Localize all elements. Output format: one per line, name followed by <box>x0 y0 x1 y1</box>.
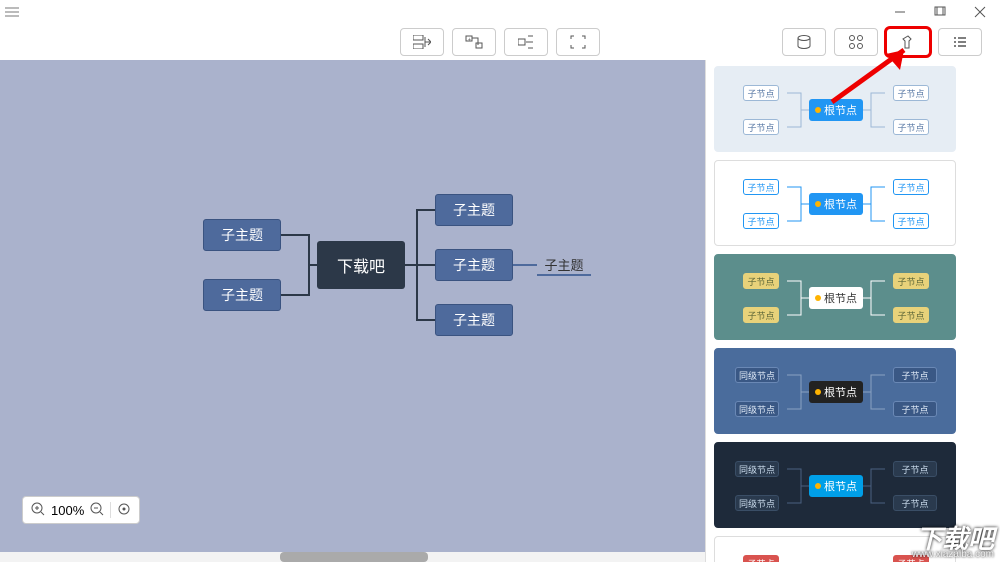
theme-root: 根节点 <box>809 381 863 403</box>
toolbar: + <box>0 24 1000 60</box>
child-node[interactable]: 子主题 <box>203 279 281 311</box>
theme-leaf: 子节点 <box>893 401 937 417</box>
mindmap-canvas[interactable]: 下载吧 子主题 子主题 子主题 子主题 子主题 子主题 100% <box>0 60 705 562</box>
theme-root: 根节点 <box>809 193 863 215</box>
theme-thumbnail[interactable]: 根节点子节点子节点子节点子节点 <box>714 254 956 340</box>
svg-text:+: + <box>468 37 471 43</box>
divider <box>110 502 111 518</box>
theme-thumbnail[interactable]: 根节点子节点子节点子节点子节点 <box>714 66 956 152</box>
titlebar <box>0 0 1000 24</box>
root-node[interactable]: 下载吧 <box>317 241 405 289</box>
theme-leaf: 同级节点 <box>735 367 779 383</box>
theme-leaf: 子节点 <box>743 179 779 195</box>
focus-button[interactable] <box>556 28 600 56</box>
theme-leaf: 子节点 <box>893 307 929 323</box>
close-button[interactable] <box>960 0 1000 24</box>
theme-leaf: 同级节点 <box>735 495 779 511</box>
child-node[interactable]: 子主题 <box>435 304 513 336</box>
theme-leaf: 子节点 <box>893 85 929 101</box>
toolbar-center: + <box>400 28 600 56</box>
theme-leaf: 子节点 <box>743 119 779 135</box>
node-label: 子主题 <box>453 310 495 330</box>
zoom-out-icon[interactable] <box>90 502 104 519</box>
locate-icon[interactable] <box>117 502 131 519</box>
theme-leaf: 子节点 <box>743 85 779 101</box>
layout-button[interactable] <box>504 28 548 56</box>
canvas-hscroll[interactable] <box>0 552 705 562</box>
grandchild-node[interactable]: 子主题 <box>537 254 591 276</box>
zoom-in-icon[interactable] <box>31 502 45 519</box>
theme-leaf: 同级节点 <box>735 401 779 417</box>
theme-leaf: 子节点 <box>743 307 779 323</box>
theme-leaf: 子节点 <box>893 495 937 511</box>
theme-leaf: 子节点 <box>893 461 937 477</box>
hscroll-thumb[interactable] <box>280 552 428 562</box>
toolbar-right <box>782 28 982 56</box>
theme-leaf: 子节点 <box>743 273 779 289</box>
window-controls <box>880 0 1000 24</box>
theme-leaf: 子节点 <box>893 179 929 195</box>
theme-leaf: 子节点 <box>893 119 929 135</box>
child-node[interactable]: 子主题 <box>203 219 281 251</box>
node-label: 子主题 <box>544 255 583 274</box>
theme-thumbnail[interactable]: 根节点子节点子节点子节点子节点 <box>714 160 956 246</box>
theme-thumbnail[interactable]: 根节点同级节点同级节点子节点子节点 <box>714 442 956 528</box>
theme-button[interactable] <box>886 28 930 56</box>
theme-leaf: 子节点 <box>743 213 779 229</box>
theme-root: 根节点 <box>809 287 863 309</box>
theme-panel[interactable]: 根节点子节点子节点子节点子节点 根节点子节点子节点子节点子节点 根节点子节点子节… <box>705 60 985 562</box>
node-label: 子主题 <box>221 285 263 305</box>
theme-leaf: 子节点 <box>893 367 937 383</box>
outline-button[interactable] <box>938 28 982 56</box>
node-label: 下载吧 <box>337 253 385 277</box>
theme-leaf: 子节点 <box>893 555 929 562</box>
child-node[interactable]: 子主题 <box>435 194 513 226</box>
insert-child-button[interactable]: + <box>452 28 496 56</box>
storage-button[interactable] <box>782 28 826 56</box>
node-label: 子主题 <box>453 255 495 275</box>
node-label: 子主题 <box>453 200 495 220</box>
child-node[interactable]: 子主题 <box>435 249 513 281</box>
theme-thumbnail[interactable]: 根节点同级节点同级节点子节点子节点 <box>714 348 956 434</box>
theme-leaf: 子节点 <box>893 213 929 229</box>
node-label: 子主题 <box>221 225 263 245</box>
minimize-button[interactable] <box>880 0 920 24</box>
theme-thumbnail[interactable]: 根节点子节点子节点子节点子节点 <box>714 536 956 562</box>
theme-leaf: 子节点 <box>893 273 929 289</box>
zoom-level: 100% <box>51 503 84 518</box>
theme-leaf: 同级节点 <box>735 461 779 477</box>
theme-root: 根节点 <box>809 99 863 121</box>
grid-button[interactable] <box>834 28 878 56</box>
maximize-button[interactable] <box>920 0 960 24</box>
insert-sibling-button[interactable] <box>400 28 444 56</box>
theme-root: 根节点 <box>809 475 863 497</box>
zoom-control: 100% <box>22 496 140 524</box>
connectors <box>0 60 705 562</box>
menu-button[interactable] <box>0 0 24 24</box>
theme-leaf: 子节点 <box>743 555 779 562</box>
